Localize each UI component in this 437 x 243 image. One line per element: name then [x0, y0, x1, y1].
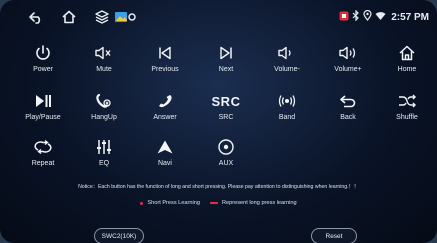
location-dot-icon [127, 9, 137, 25]
previous-label: Previous [151, 66, 179, 73]
hang-up-icon [95, 90, 113, 112]
legend-short-label: Short Press Learning [147, 200, 200, 206]
power-icon [34, 42, 52, 64]
short-press-dot-icon [140, 201, 144, 205]
bluetooth-icon [352, 9, 360, 24]
answer-icon [156, 90, 174, 112]
navi-icon [156, 136, 174, 158]
navi-label: Navi [157, 160, 172, 167]
eq-icon [96, 136, 112, 158]
mute-icon [94, 42, 114, 64]
repeat-label: Repeat [31, 160, 55, 167]
previous-icon [157, 42, 173, 64]
band-label: Band [278, 114, 296, 121]
home-icon[interactable] [61, 9, 77, 25]
back-button[interactable]: Back [318, 90, 378, 134]
eq-label: EQ [98, 160, 110, 167]
volume-down-icon [277, 42, 297, 64]
mute-label: Mute [96, 66, 112, 73]
shuffle-button[interactable]: Shuffle [377, 90, 437, 134]
wifi-icon [375, 11, 386, 24]
legend-long-label: Represent long press learning [221, 200, 297, 206]
play-pause-button[interactable]: Play/Pause [13, 90, 73, 134]
shuffle-icon [397, 90, 417, 112]
mute-button[interactable]: Mute [74, 42, 134, 86]
src-text-icon: SRC [211, 93, 241, 109]
back-icon[interactable] [28, 9, 44, 25]
src-button[interactable]: SRC SRC [196, 90, 256, 134]
hang-up-label: HangUp [91, 114, 117, 121]
legend-short-press: Short Press Learning [140, 200, 200, 206]
shuffle-label: Shuffle [396, 114, 418, 121]
status-right-group: 2:57 PM [339, 9, 429, 24]
location-icon [363, 9, 372, 24]
app-badge-icon [339, 11, 349, 24]
band-icon [277, 90, 297, 112]
answer-label: Answer [153, 114, 177, 121]
answer-button[interactable]: Answer [135, 90, 195, 134]
back-label: Back [340, 114, 356, 121]
reset-button[interactable]: Reset [311, 228, 357, 243]
clock-time: 2:57 PM [391, 11, 429, 23]
swc-mode-button[interactable]: SWC2(10K) [94, 228, 144, 243]
long-press-dash-icon [209, 202, 218, 204]
volume-up-button[interactable]: Volume+ [318, 42, 378, 86]
src-label: SRC [218, 114, 234, 121]
volume-up-icon [338, 42, 358, 64]
aux-button[interactable]: AUX [196, 136, 256, 180]
power-label: Power [33, 66, 53, 73]
back-icon [338, 90, 358, 112]
home-icon [398, 42, 416, 64]
previous-button[interactable]: Previous [135, 42, 195, 86]
next-label: Next [218, 66, 234, 73]
eq-button[interactable]: EQ [74, 136, 134, 180]
layers-icon[interactable] [94, 9, 110, 25]
volume-down-button[interactable]: Volume- [257, 42, 317, 86]
play-pause-label: Play/Pause [25, 114, 61, 121]
volume-down-label: Volume- [274, 66, 300, 73]
play-pause-icon [34, 90, 52, 112]
next-button[interactable]: Next [196, 42, 256, 86]
repeat-icon [34, 136, 52, 158]
steering-wheel-control-screen: 2:57 PM Power Mute Previous Next Volume-… [0, 0, 437, 243]
hang-up-button[interactable]: HangUp [74, 90, 134, 134]
aux-label: AUX [218, 160, 234, 167]
band-button[interactable]: Band [257, 90, 317, 134]
home-button[interactable]: Home [377, 42, 437, 86]
navi-button[interactable]: Navi [135, 136, 195, 180]
status-bar: 2:57 PM [0, 0, 437, 34]
home-label: Home [397, 66, 417, 73]
next-icon [218, 42, 234, 64]
power-button[interactable]: Power [13, 42, 73, 86]
notice-text: Notice：Each button has the function of l… [78, 184, 359, 190]
legend: Short Press Learning Represent long pres… [0, 200, 437, 206]
aux-icon [217, 136, 235, 158]
repeat-button[interactable]: Repeat [13, 136, 73, 180]
legend-long-press: Represent long press learning [209, 200, 297, 206]
volume-up-label: Volume+ [334, 66, 362, 73]
